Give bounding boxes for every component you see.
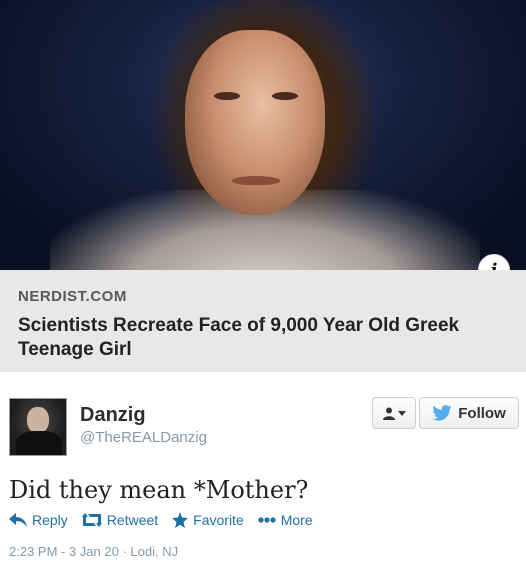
tweet-actions: Reply Retweet Favorite More: [9, 512, 327, 528]
dots-icon: [258, 517, 276, 523]
favorite-button[interactable]: Favorite: [172, 512, 244, 528]
favorite-label: Favorite: [193, 512, 244, 528]
reply-button[interactable]: Reply: [9, 512, 68, 528]
more-label: More: [280, 512, 313, 528]
author-name[interactable]: Danzig: [80, 404, 146, 427]
link-card-caption[interactable]: NERDIST.COM Scientists Recreate Face of …: [0, 270, 526, 372]
article-photo[interactable]: [0, 0, 526, 270]
retweet-icon: [81, 513, 102, 527]
reply-label: Reply: [32, 512, 68, 528]
tweet-timestamp[interactable]: 2:23 PM - 3 Jan 20 · Lodi, NJ: [9, 544, 178, 559]
twitter-bird-icon: [432, 405, 452, 421]
card-domain: NERDIST.COM: [18, 288, 127, 305]
user-actions-button[interactable]: [372, 397, 416, 429]
retweet-label: Retweet: [106, 512, 159, 528]
follow-button[interactable]: Follow: [419, 397, 519, 429]
photo-mouth: [232, 176, 280, 185]
follow-label: Follow: [458, 404, 506, 422]
avatar-body: [16, 431, 62, 455]
avatar-head: [27, 407, 49, 433]
reply-arrow-icon: [9, 513, 27, 527]
chevron-down-icon: [397, 410, 406, 416]
photo-right-eye: [272, 92, 298, 100]
photo-left-eye: [214, 92, 240, 100]
photo-face: [185, 30, 325, 215]
user-icon: [382, 407, 395, 420]
star-icon: [172, 512, 189, 528]
more-button[interactable]: More: [258, 512, 313, 528]
tweet: Danzig @TheREALDanzig Follow Did they me…: [0, 372, 526, 578]
card-title[interactable]: Scientists Recreate Face of 9,000 Year O…: [18, 314, 488, 362]
retweet-button[interactable]: Retweet: [81, 512, 159, 528]
author-handle[interactable]: @TheREALDanzig: [80, 429, 207, 446]
tweet-text: Did they mean *Mother?: [9, 476, 309, 504]
avatar[interactable]: [9, 398, 67, 456]
